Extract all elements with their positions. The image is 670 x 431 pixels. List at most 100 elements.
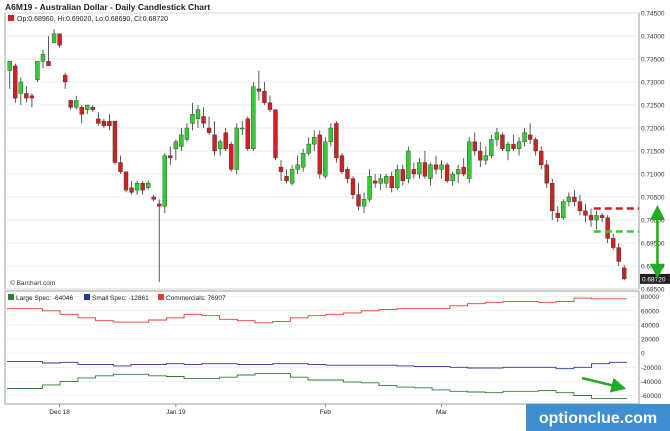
ohlc-swatch: [8, 15, 14, 21]
x-tick-label: Mar: [436, 409, 448, 416]
legend-label: Small Spec: -12861: [92, 295, 149, 302]
candle-body-up: [384, 176, 389, 184]
candle-body-down: [577, 201, 583, 212]
candle-body-down: [599, 215, 605, 218]
candle: [339, 153, 345, 174]
last-price-label: 0.68720: [642, 276, 666, 283]
candle-body-down: [610, 238, 616, 248]
candle-body-up: [35, 61, 40, 80]
price-tick-label: 0.71000: [641, 172, 665, 179]
candle: [13, 63, 18, 103]
candle-body-down: [533, 139, 538, 152]
candle-body-down: [90, 107, 95, 110]
candle-body-down: [129, 187, 134, 193]
candle-body-down: [339, 155, 345, 172]
candle-body-up: [195, 109, 201, 119]
candle-body-up: [295, 164, 300, 170]
candle: [467, 137, 472, 184]
candle-body-up: [234, 127, 239, 170]
candle-body-down: [157, 203, 162, 207]
candle-body-down: [284, 176, 289, 182]
candle-body-down: [62, 74, 68, 83]
candle-body-down: [572, 196, 577, 202]
candle-body-up: [190, 113, 195, 124]
candle: [162, 153, 167, 214]
candle-body-up: [361, 199, 367, 207]
cot-tick-label: -60000: [641, 393, 662, 400]
candle-body-down: [334, 123, 339, 159]
cot-tick-label: 0: [641, 351, 645, 358]
candle-body-down: [555, 212, 560, 218]
candle: [245, 116, 250, 151]
candle-body-down: [317, 134, 322, 175]
price-tick-label: 0.73000: [641, 80, 665, 87]
cot-tick-label: -40000: [641, 379, 662, 386]
candle: [35, 61, 40, 82]
candle-body-down: [212, 134, 217, 152]
candle-body-down: [223, 132, 228, 149]
candle-body-up: [300, 153, 306, 168]
candle-body-down: [107, 120, 112, 126]
candle-body-up: [51, 33, 57, 44]
candle-body-down: [206, 127, 212, 133]
candle-body-down: [118, 162, 123, 172]
chart-title: A6M19 - Australian Dollar - Daily Candle…: [5, 2, 210, 12]
candle-body-down: [605, 217, 610, 239]
candle-body-up: [417, 162, 422, 175]
candle-body-up: [566, 196, 572, 202]
price-tick-label: 0.72500: [641, 103, 665, 110]
candle-body-down: [500, 134, 505, 149]
candle-body-up: [134, 182, 140, 191]
candle-body-up: [328, 127, 334, 143]
candle: [123, 171, 129, 193]
candle-body-up: [162, 155, 167, 207]
price-tick-label: 0.72000: [641, 126, 665, 133]
price-tick-label: 0.69500: [641, 241, 665, 248]
candle-body-up: [439, 164, 444, 170]
x-tick-label: Jan 19: [166, 409, 186, 416]
price-tick-label: 0.71500: [641, 149, 665, 156]
candle: [561, 199, 566, 220]
candle-body-down: [472, 141, 477, 152]
candle-body-up: [184, 127, 190, 140]
candle-body-down: [588, 215, 594, 221]
legend-swatch: [8, 294, 14, 300]
candle-body-up: [428, 164, 433, 179]
candle-body-up: [7, 61, 12, 71]
candle: [273, 109, 278, 161]
cot-tick-label: 20000: [641, 337, 659, 344]
legend-swatch: [84, 294, 90, 300]
price-tick-label: 0.70500: [641, 195, 665, 202]
candle-body-down: [46, 61, 51, 67]
candle: [251, 82, 256, 151]
watermark: © Barchart.com: [10, 279, 55, 287]
legend-label: Large Spec: -64046: [16, 295, 73, 302]
candle-body-down: [511, 143, 516, 149]
legend-label: Commercials: 76907: [166, 295, 226, 302]
candle-body-up: [594, 215, 599, 221]
candle-body-up: [378, 178, 383, 184]
candle: [500, 132, 505, 151]
cot-tick-label: 40000: [641, 322, 659, 329]
candle-body-down: [539, 150, 544, 166]
candle-body-up: [173, 141, 179, 149]
x-tick-label: Feb: [320, 409, 332, 416]
candle-body-up: [85, 104, 90, 110]
candle-body-up: [455, 169, 461, 175]
candle-body-up: [516, 141, 522, 149]
cot-tick-label: 60000: [641, 308, 659, 315]
legend-swatch: [158, 294, 164, 300]
candle: [234, 123, 239, 174]
candle: [112, 120, 118, 165]
candle-body-down: [433, 164, 439, 170]
candle-body-up: [367, 176, 372, 200]
candle-body-down: [544, 164, 549, 184]
candle-body-up: [561, 201, 566, 218]
candle-body-down: [79, 107, 84, 115]
candle-body-up: [406, 150, 411, 179]
cot-legend: Large Spec: -64046 Small Spec: -12861 Comm…: [8, 294, 226, 302]
price-tick-label: 0.70000: [641, 218, 665, 225]
chart-window: A6M19 - Australian Dollar - Daily Candle…: [0, 0, 670, 431]
candle-body-up: [289, 169, 295, 184]
candle-body-down: [123, 171, 129, 191]
